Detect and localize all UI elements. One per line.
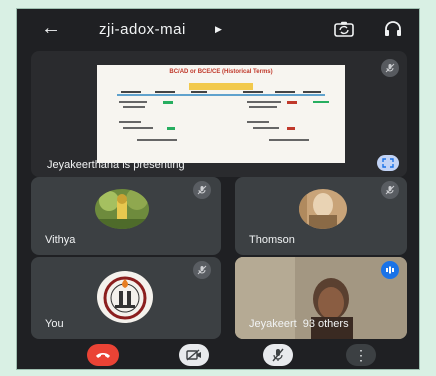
participant-name: Vithya: [45, 234, 76, 246]
switch-camera-icon[interactable]: [334, 21, 354, 37]
participant-tile-you[interactable]: You: [31, 257, 221, 339]
participant-name: You: [45, 318, 64, 330]
meet-window: ← zji-adox-mai ▶ BC/AD or BCE/CE (Histor…: [16, 8, 420, 370]
mic-off-icon: [381, 59, 399, 77]
participant-tile-vithya[interactable]: Vithya: [31, 177, 221, 255]
headphones-icon[interactable]: [384, 21, 402, 37]
avatar: [299, 189, 347, 229]
mic-off-icon: [381, 181, 399, 199]
participant-name: Jeyakeert: [249, 318, 297, 330]
presentation-tile[interactable]: BC/AD or BCE/CE (Historical Terms) Jeyak…: [31, 51, 407, 177]
meeting-info-caret-icon[interactable]: ▶: [215, 24, 222, 35]
slide-timeline-diagram: [117, 83, 329, 141]
participant-label-group: Jeyakeert 93 others: [249, 318, 349, 330]
fullscreen-icon[interactable]: [377, 155, 399, 171]
mic-off-icon: [193, 261, 211, 279]
meeting-code[interactable]: zji-adox-mai: [99, 21, 186, 38]
phone-hangup-icon: [96, 353, 110, 358]
top-bar: ← zji-adox-mai ▶: [17, 9, 419, 49]
avatar: [95, 189, 149, 229]
speaking-indicator-icon: [381, 261, 399, 279]
camera-off-icon: [186, 349, 201, 361]
presenter-label: Jeyakeerthana is presenting: [47, 159, 185, 171]
more-options-button[interactable]: ⋮: [346, 344, 376, 366]
participant-tile-thomson[interactable]: Thomson: [235, 177, 407, 255]
camera-toggle-button[interactable]: [179, 344, 209, 366]
end-call-button[interactable]: [87, 344, 119, 366]
more-vertical-icon: ⋮: [354, 346, 368, 363]
participant-name: Thomson: [249, 234, 295, 246]
participant-tile-jeyakeert[interactable]: Jeyakeert 93 others: [235, 257, 407, 339]
institution-logo-avatar: [97, 271, 153, 323]
mic-off-icon: [193, 181, 211, 199]
overflow-count[interactable]: 93 others: [303, 318, 349, 330]
mic-toggle-button[interactable]: [263, 344, 293, 366]
shared-slide: BC/AD or BCE/CE (Historical Terms): [97, 65, 345, 163]
back-arrow-icon[interactable]: ←: [41, 18, 61, 38]
call-controls: ⋮: [17, 342, 419, 369]
mic-off-icon: [272, 348, 284, 362]
